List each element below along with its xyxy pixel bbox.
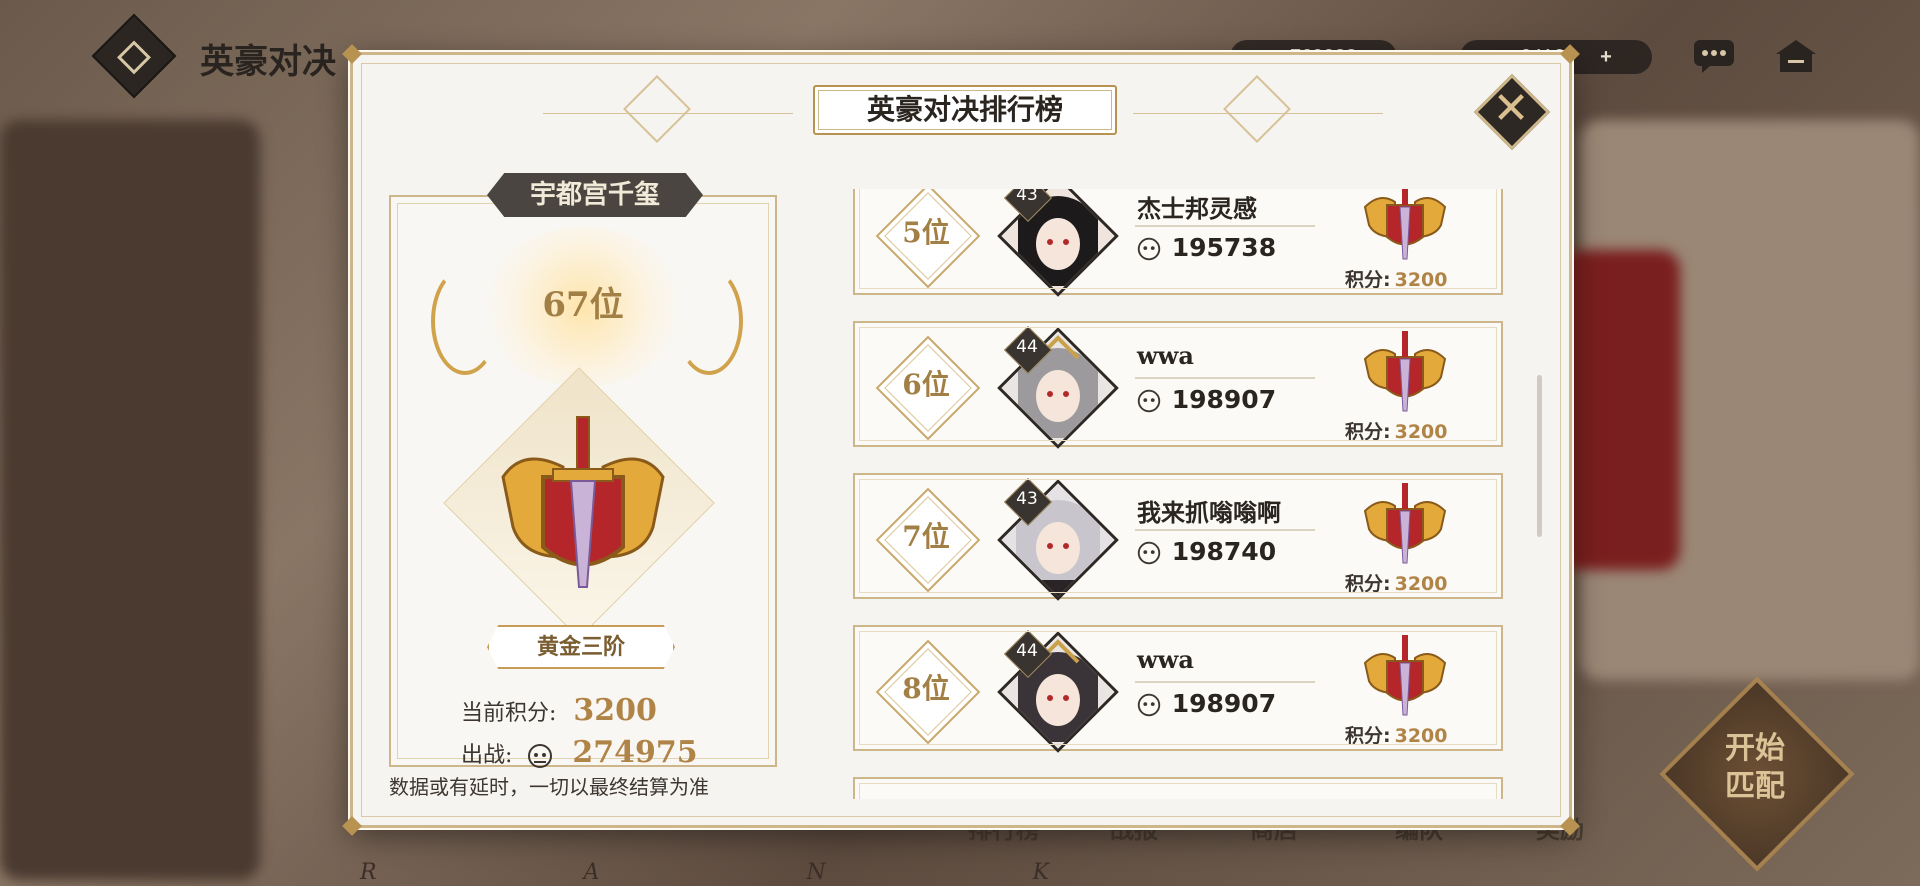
score-value: 3200 bbox=[1394, 573, 1448, 595]
player-power-value: 198907 bbox=[1171, 689, 1277, 718]
player-name: 我来抓嗡嗡啊 bbox=[1137, 498, 1281, 527]
laurel-right-icon bbox=[675, 267, 743, 375]
leaderboard-row[interactable]: 6位 44 wwa 198907 积分: 3200 bbox=[853, 321, 1503, 449]
level-badge bbox=[1003, 325, 1053, 375]
player-power: 198907 bbox=[1135, 385, 1276, 415]
player-power-value: 198907 bbox=[1171, 385, 1277, 414]
power-row: 出战: 274975 bbox=[461, 735, 698, 771]
leaderboard-row[interactable]: 5位 43 杰士邦灵感 195738 积分: 3200 bbox=[853, 189, 1503, 297]
score: 积分: 3200 bbox=[1345, 721, 1448, 748]
gold-tier-emblem-icon bbox=[501, 416, 665, 588]
player-avatar[interactable] bbox=[997, 631, 1119, 753]
level-badge bbox=[1003, 629, 1053, 679]
score: 积分: 3200 bbox=[1345, 417, 1448, 444]
close-icon[interactable]: ✕ bbox=[1481, 79, 1541, 139]
score-label: 积分: bbox=[1345, 269, 1391, 291]
player-avatar[interactable] bbox=[997, 327, 1119, 449]
name-divider bbox=[1135, 225, 1315, 227]
player-avatar[interactable] bbox=[997, 479, 1119, 601]
score-label: 积分: bbox=[1345, 421, 1391, 443]
power-label: 出战: bbox=[461, 743, 513, 768]
player-name: 宇都宫千玺 bbox=[487, 173, 703, 217]
start-match-label: 开始 匹配 bbox=[1700, 730, 1810, 806]
helmet-icon bbox=[1137, 541, 1161, 565]
player-level: 44 bbox=[1016, 337, 1038, 357]
power-value: 274975 bbox=[572, 735, 698, 770]
position-diamond bbox=[875, 487, 981, 593]
add-currency-button[interactable]: + bbox=[1600, 46, 1612, 68]
score-value: 3200 bbox=[1394, 725, 1448, 747]
background-rank-text: R A N K bbox=[360, 860, 1150, 885]
level-badge bbox=[1003, 477, 1053, 527]
score-value: 3200 bbox=[1394, 269, 1448, 291]
name-divider bbox=[1135, 377, 1315, 379]
position-label: 6位 bbox=[902, 368, 950, 401]
avatar-portrait bbox=[998, 328, 1118, 448]
start-match-label-line1: 开始 bbox=[1725, 731, 1785, 766]
avatar-portrait bbox=[998, 480, 1118, 600]
position-label: 5位 bbox=[902, 216, 950, 249]
avatar-portrait bbox=[998, 632, 1118, 752]
back-button[interactable] bbox=[91, 13, 177, 99]
player-power: 195738 bbox=[1135, 233, 1276, 263]
current-score-value: 3200 bbox=[573, 693, 657, 728]
score-value: 3200 bbox=[1394, 421, 1448, 443]
background-shelf bbox=[0, 120, 260, 880]
modal-title-wrap: 英豪对决排行榜 bbox=[813, 85, 1117, 135]
position-diamond bbox=[875, 189, 981, 289]
corner-ornament bbox=[342, 816, 362, 836]
player-avatar[interactable] bbox=[997, 189, 1119, 297]
page-title: 英豪对决 bbox=[200, 42, 336, 82]
chat-icon[interactable] bbox=[1692, 38, 1736, 74]
level-badge bbox=[1003, 189, 1053, 223]
player-power: 198907 bbox=[1135, 689, 1276, 719]
leaderboard-row[interactable]: 7位 43 我来抓嗡嗡啊 198740 积分: 3200 bbox=[853, 473, 1503, 601]
leaderboard-list[interactable]: 5位 43 杰士邦灵感 195738 积分: 3200 6位 44 wwa 19… bbox=[853, 189, 1523, 799]
helmet-icon bbox=[1137, 389, 1161, 413]
home-icon[interactable] bbox=[1774, 38, 1818, 74]
background-banner bbox=[1560, 250, 1680, 570]
score: 积分: 3200 bbox=[1345, 265, 1448, 292]
leaderboard-row[interactable] bbox=[853, 777, 1503, 799]
player-rank-position: 67位 bbox=[542, 285, 624, 325]
helmet-icon bbox=[1137, 693, 1161, 717]
leaderboard-row[interactable]: 8位 44 wwa 198907 积分: 3200 bbox=[853, 625, 1503, 753]
player-power-value: 198740 bbox=[1171, 537, 1277, 566]
current-score-row: 当前积分: 3200 bbox=[461, 693, 657, 728]
gold-tier-emblem-icon bbox=[1363, 189, 1447, 260]
position-diamond bbox=[875, 639, 981, 745]
start-match-label-line2: 匹配 bbox=[1725, 769, 1785, 804]
helmet-icon bbox=[528, 744, 553, 768]
player-name: wwa bbox=[1137, 645, 1194, 674]
name-divider bbox=[1135, 681, 1315, 683]
title-deco-diamond bbox=[623, 75, 691, 143]
title-deco-diamond bbox=[1223, 75, 1291, 143]
name-divider bbox=[1135, 529, 1315, 531]
data-delay-note: 数据或有延时，一切以最终结算为准 bbox=[389, 775, 709, 799]
score: 积分: 3200 bbox=[1345, 569, 1448, 596]
player-power: 198740 bbox=[1135, 537, 1276, 567]
gold-tier-emblem-icon bbox=[1363, 331, 1447, 412]
score-label: 积分: bbox=[1345, 573, 1391, 595]
gold-tier-emblem-icon bbox=[1363, 635, 1447, 716]
player-power-value: 195738 bbox=[1171, 233, 1277, 262]
player-level: 43 bbox=[1016, 489, 1038, 509]
tier-label: 黄金三阶 bbox=[487, 625, 675, 669]
modal-title: 英豪对决排行榜 bbox=[813, 85, 1117, 135]
avatar-portrait bbox=[998, 189, 1118, 296]
leaderboard-modal: 英豪对决排行榜 ✕ 宇都宫千玺 67位 黄金三阶 当前积分: 3200 出战: … bbox=[342, 44, 1580, 836]
player-panel: 宇都宫千玺 67位 黄金三阶 当前积分: 3200 出战: 274975 bbox=[389, 173, 777, 770]
player-level: 44 bbox=[1016, 641, 1038, 661]
helmet-icon bbox=[1137, 237, 1161, 261]
current-score-label: 当前积分: bbox=[461, 701, 557, 726]
position-diamond bbox=[875, 335, 981, 441]
score-label: 积分: bbox=[1345, 725, 1391, 747]
gold-tier-emblem-icon bbox=[1363, 483, 1447, 564]
list-scrollbar[interactable] bbox=[1537, 375, 1542, 537]
player-name: 杰士邦灵感 bbox=[1137, 194, 1257, 223]
player-level: 43 bbox=[1016, 189, 1038, 205]
position-label: 7位 bbox=[902, 520, 950, 553]
player-name: wwa bbox=[1137, 341, 1194, 370]
position-label: 8位 bbox=[902, 672, 950, 705]
